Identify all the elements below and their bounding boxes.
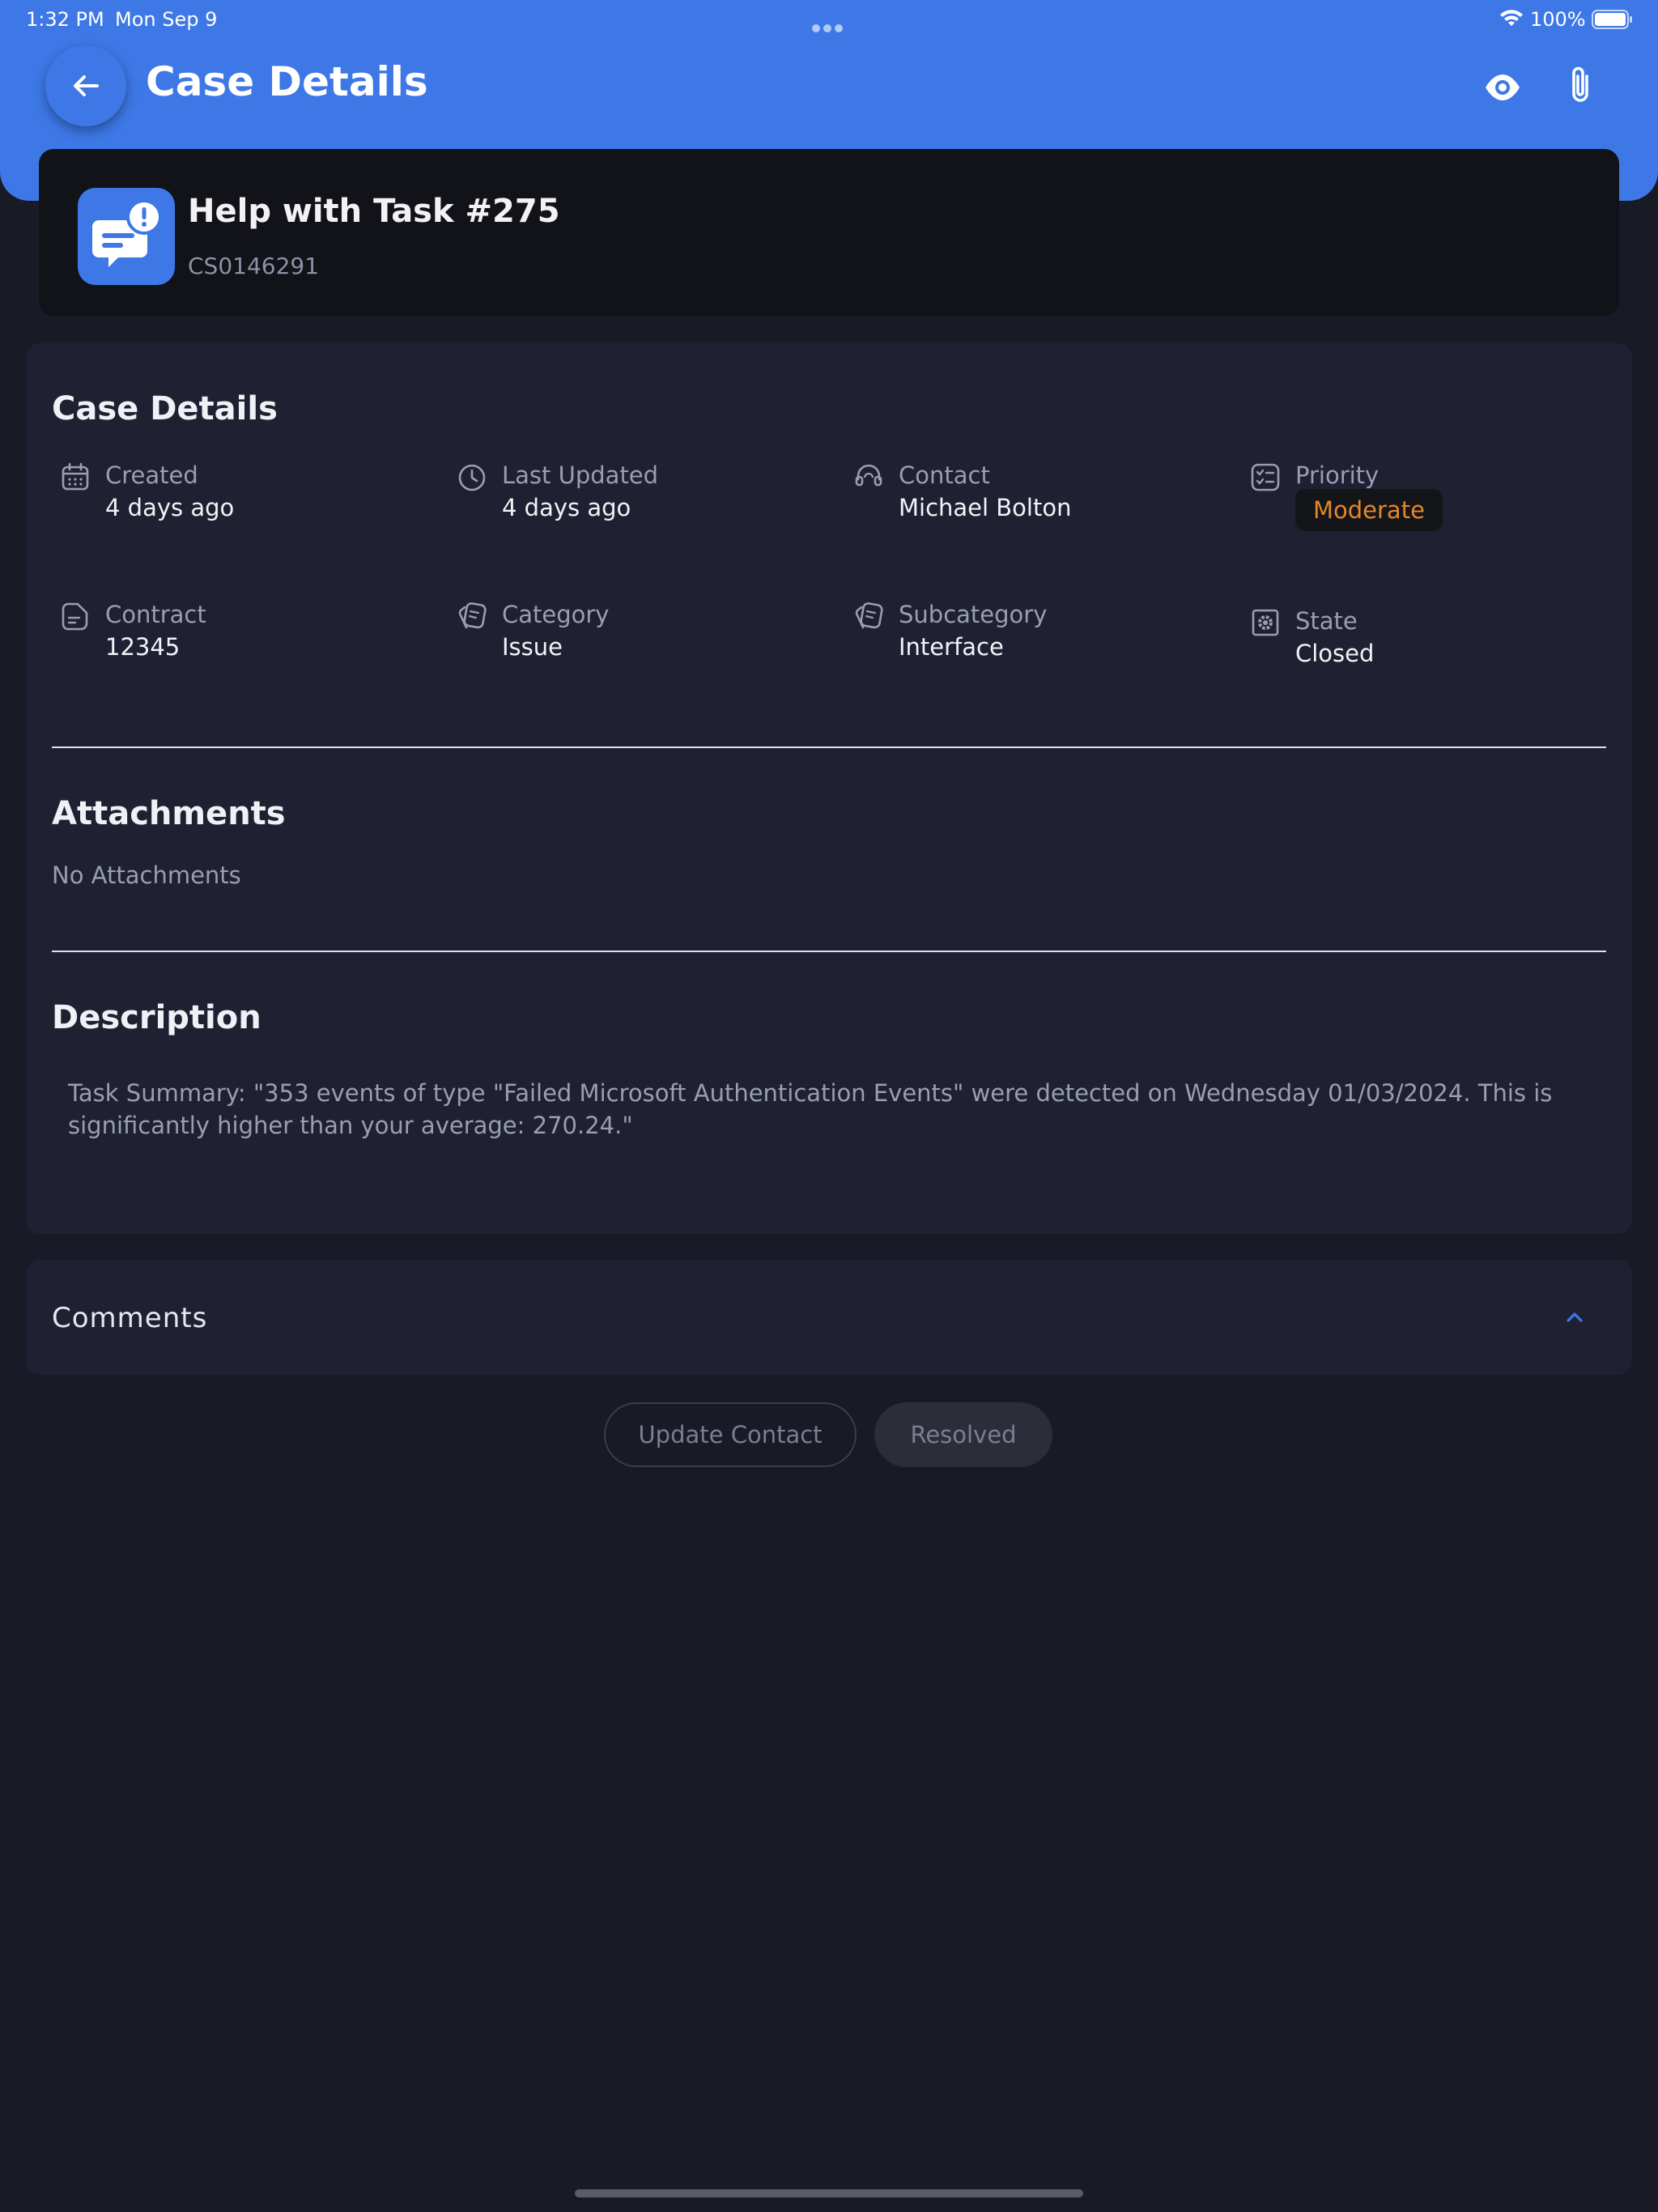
cards-icon <box>458 602 487 629</box>
eye-icon[interactable] <box>1483 68 1522 107</box>
status-date: Mon Sep 9 <box>115 8 218 31</box>
multitasking-dots-icon[interactable] <box>812 15 848 32</box>
field-category-label: Category <box>502 601 610 628</box>
home-indicator[interactable] <box>575 2189 1083 2197</box>
case-title: Help with Task #275 <box>188 193 560 230</box>
attachments-heading: Attachments <box>52 795 286 832</box>
description-text: Task Summary: "353 events of type "Faile… <box>68 1079 1553 1139</box>
clock-icon <box>458 464 486 491</box>
field-contract-value: 12345 <box>105 633 181 661</box>
description-heading: Description <box>52 999 261 1036</box>
battery-percent: 100% <box>1530 8 1586 31</box>
field-contract-label: Contract <box>105 601 206 628</box>
case-number: CS0146291 <box>188 253 320 279</box>
comments-label: Comments <box>52 1302 208 1334</box>
status-time: 1:32 PM <box>26 8 104 31</box>
resolved-button[interactable]: Resolved <box>874 1402 1052 1467</box>
field-subcategory-label: Subcategory <box>899 601 1048 628</box>
paperclip-icon[interactable] <box>1562 65 1598 107</box>
divider <box>52 951 1606 952</box>
divider <box>52 747 1606 748</box>
case-avatar <box>78 188 175 285</box>
status-bar: 1:32 PM Mon Sep 9 100% <box>0 0 1658 39</box>
field-contract: Contract 12345 <box>60 601 416 674</box>
field-created-label: Created <box>105 462 198 489</box>
field-contact-value[interactable]: Michael Bolton <box>899 494 1071 521</box>
document-icon <box>62 602 88 631</box>
comments-accordion[interactable]: Comments <box>26 1260 1632 1375</box>
page-title: Case Details <box>146 58 428 105</box>
priority-badge: Moderate <box>1295 489 1443 531</box>
details-card: Case Details Created 4 days ago Last Upd… <box>26 343 1632 1234</box>
field-last-updated: Last Updated 4 days ago <box>457 462 813 534</box>
case-details-heading: Case Details <box>52 390 278 428</box>
case-header: Help with Task #275 CS0146291 <box>39 149 1619 316</box>
field-state-value: Closed <box>1295 640 1375 667</box>
settings-box-icon <box>1252 609 1279 636</box>
field-created: Created 4 days ago <box>60 462 416 534</box>
calendar-icon <box>62 462 89 491</box>
headset-icon <box>855 464 882 487</box>
arrow-left-icon <box>74 75 99 96</box>
field-category: Category Issue <box>457 601 813 674</box>
field-last-updated-label: Last Updated <box>502 462 659 489</box>
update-contact-button[interactable]: Update Contact <box>604 1402 857 1467</box>
field-contact-label: Contact <box>899 462 990 489</box>
cards-icon <box>855 602 883 629</box>
back-button[interactable] <box>45 45 126 126</box>
field-state: State Closed <box>1250 607 1606 680</box>
field-last-updated-value: 4 days ago <box>502 494 631 521</box>
wifi-icon <box>1500 10 1523 26</box>
field-subcategory: Subcategory Interface <box>853 601 1209 674</box>
field-created-value: 4 days ago <box>105 494 235 521</box>
battery-icon <box>1592 10 1632 29</box>
field-priority: Priority Moderate <box>1250 462 1606 534</box>
field-subcategory-value: Interface <box>899 633 1004 661</box>
chevron-up-icon[interactable] <box>1561 1304 1588 1331</box>
field-state-label: State <box>1295 607 1358 635</box>
field-priority-label: Priority <box>1295 462 1380 489</box>
no-attachments-text: No Attachments <box>52 861 241 889</box>
chat-alert-icon <box>92 199 162 267</box>
checklist-icon <box>1251 463 1280 491</box>
field-contact: Contact Michael Bolton <box>853 462 1209 534</box>
field-category-value: Issue <box>502 633 563 661</box>
